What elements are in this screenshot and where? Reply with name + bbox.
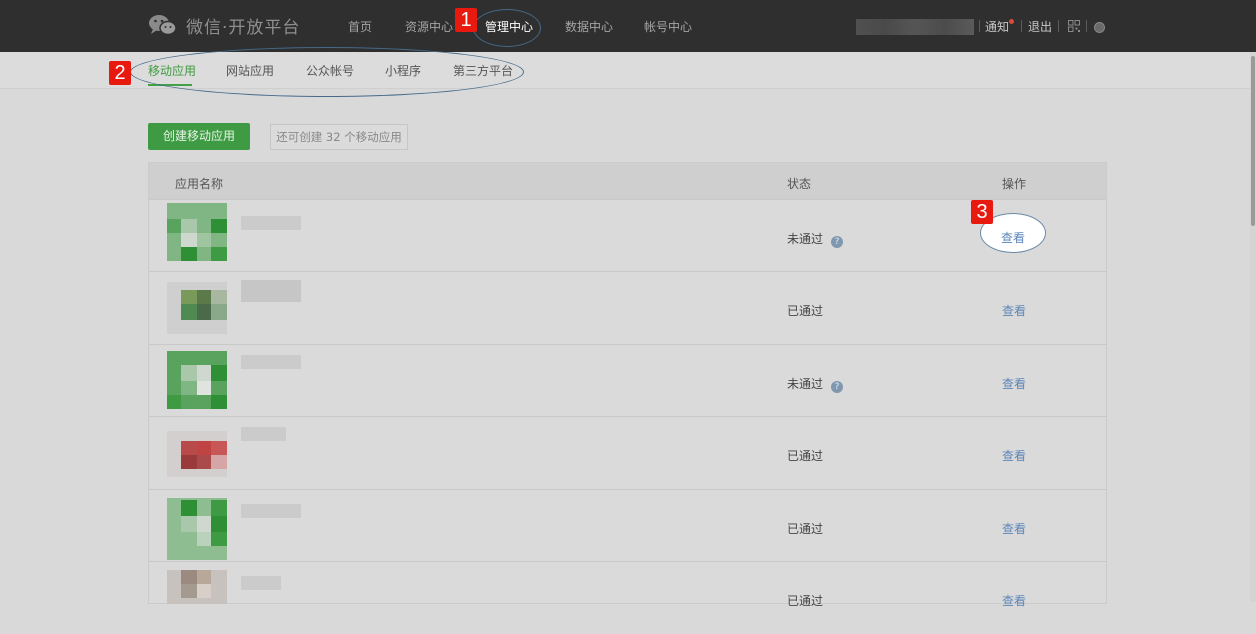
step-marker-2: 2 [109, 61, 131, 85]
help-icon[interactable]: ? [831, 236, 844, 248]
table-row: 已通过 查看 [149, 416, 1106, 489]
top-navigation-bar: 微信·开放平台 首页 资源中心 管理中心 数据中心 帐号中心 通知 退出 [0, 0, 1256, 52]
create-mobile-app-button[interactable]: 创建移动应用 [148, 123, 250, 150]
help-icon[interactable]: ? [831, 381, 844, 393]
qrcode-icon[interactable] [1068, 20, 1080, 32]
unread-dot-icon [1009, 19, 1014, 24]
divider [1058, 20, 1059, 32]
view-link[interactable]: 查看 [1002, 447, 1026, 464]
tab-website-app[interactable]: 网站应用 [226, 62, 274, 79]
app-name-redacted [241, 427, 286, 441]
account-name-redacted [856, 19, 974, 35]
app-name-redacted [241, 355, 301, 369]
app-icon-redacted [167, 570, 227, 628]
nav-management-center[interactable]: 管理中心 [485, 18, 533, 35]
wechat-logo-icon [148, 13, 178, 37]
app-icon-redacted [167, 431, 227, 489]
column-actions: 操作 [1002, 177, 1027, 191]
step-marker-1: 1 [455, 8, 477, 32]
nav-resource-center[interactable]: 资源中心 [405, 18, 453, 35]
view-link-highlighted[interactable]: 查看 [1001, 229, 1025, 246]
table-row: 已通过 查看 [149, 271, 1106, 344]
table-row: 未通过? 查看 [149, 344, 1106, 417]
app-name-redacted [241, 576, 281, 590]
divider [1021, 20, 1022, 32]
tab-mobile-app[interactable]: 移动应用 [148, 62, 196, 79]
status-text: 已通过 [787, 522, 824, 536]
divider [1086, 20, 1087, 32]
table-header: 应用名称 状态 操作 [149, 163, 1106, 199]
status-text: 已通过 [787, 594, 824, 608]
divider [979, 20, 980, 32]
status-text: 未通过? [787, 375, 844, 393]
logout-link[interactable]: 退出 [1028, 18, 1052, 35]
app-icon-redacted [167, 498, 227, 560]
view-link[interactable]: 查看 [1002, 375, 1026, 392]
active-tab-indicator [148, 84, 192, 86]
app-table: 应用名称 状态 操作 未通过? 查看 已通过 查看 未通过 ? 查看 已通过 查… [148, 162, 1107, 608]
tab-official-account[interactable]: 公众帐号 [306, 62, 354, 79]
notify-link[interactable]: 通知 [985, 18, 1009, 35]
table-row: 未通过? 查看 [149, 199, 1106, 272]
app-icon-redacted [167, 203, 227, 261]
status-text: 已通过 [787, 449, 824, 463]
avatar[interactable] [1094, 22, 1105, 33]
column-app-name: 应用名称 [175, 177, 224, 191]
view-link[interactable]: 查看 [1002, 592, 1026, 609]
table-row: 已通过 查看 [149, 489, 1106, 562]
nav-account-center[interactable]: 帐号中心 [644, 18, 692, 35]
view-link[interactable]: 查看 [1002, 302, 1026, 319]
tab-third-party-platform[interactable]: 第三方平台 [453, 62, 513, 79]
brand-logo[interactable]: 微信·开放平台 [148, 12, 300, 38]
scrollbar-thumb[interactable] [1251, 56, 1255, 226]
app-name-redacted [241, 280, 301, 302]
nav-home[interactable]: 首页 [348, 18, 372, 35]
remaining-quota-text: 还可创建 32 个移动应用 [270, 124, 408, 150]
brand-name: 微信·开放平台 [186, 17, 301, 38]
column-status: 状态 [787, 177, 812, 191]
status-text: 已通过 [787, 304, 824, 318]
view-link[interactable]: 查看 [1002, 520, 1026, 537]
app-icon-redacted [167, 282, 227, 340]
tab-mini-program[interactable]: 小程序 [385, 62, 421, 79]
step-marker-3: 3 [971, 200, 993, 224]
table-row: 已通过 查看 [149, 561, 1106, 634]
app-icon-redacted [167, 351, 227, 409]
app-name-redacted [241, 216, 301, 230]
status-text: 未通过? [787, 230, 844, 248]
app-name-redacted [241, 504, 301, 518]
nav-data-center[interactable]: 数据中心 [565, 18, 613, 35]
